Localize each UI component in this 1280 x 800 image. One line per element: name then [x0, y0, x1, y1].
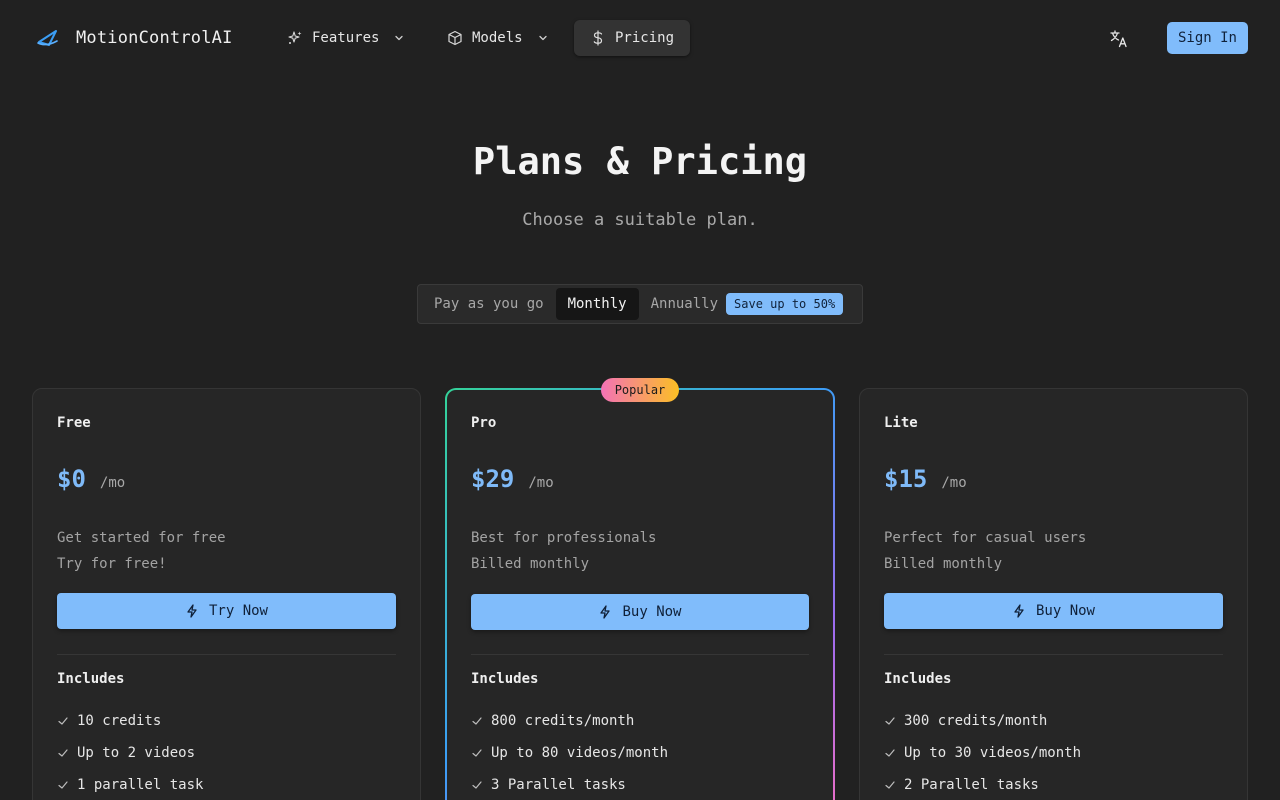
billing-option-annually[interactable]: Annually — [639, 288, 726, 320]
buy-now-button-pro[interactable]: Buy Now — [471, 594, 809, 630]
feature-item: 3 Parallel tasks — [471, 769, 668, 800]
check-icon — [472, 717, 482, 725]
paper-plane-logo-icon — [37, 30, 58, 46]
cta-label: Buy Now — [622, 604, 682, 620]
plan-price: $29 /mo — [471, 465, 554, 493]
cube-icon — [448, 30, 462, 46]
plan-name: Lite — [884, 415, 918, 431]
feature-text: Up to 2 videos — [77, 745, 196, 761]
plan-description-line: Try for free! — [57, 556, 167, 572]
plan-description: Get started for free Try for free! — [57, 525, 226, 577]
price-value: $29 — [471, 465, 515, 493]
popular-badge: Popular — [601, 378, 679, 402]
feature-text: 800 credits/month — [491, 713, 635, 729]
lightning-icon — [600, 605, 611, 619]
feature-text: 1 parallel task — [77, 777, 204, 793]
plan-card-free: Free $0 /mo Get started for free Try for… — [32, 388, 421, 800]
plan-description: Perfect for casual users Billed monthly — [884, 525, 1086, 577]
check-icon — [58, 749, 68, 757]
plan-card-pro: Pro $29 /mo Best for professionals Bille… — [445, 388, 835, 800]
save-badge: Save up to 50% — [726, 293, 844, 315]
feature-list: 300 credits/month Up to 30 videos/month … — [884, 705, 1081, 800]
feature-text: 10 credits — [77, 713, 162, 729]
check-icon — [472, 749, 482, 757]
feature-text: 2 Parallel tasks — [904, 777, 1039, 793]
billing-period-toggle: Pay as you go Monthly Annually Save up t… — [417, 284, 863, 324]
cta-label: Try Now — [208, 603, 268, 619]
feature-item: 800 credits/month — [471, 705, 668, 737]
feature-item: 1 parallel task — [57, 769, 203, 800]
feature-item: Up to 30 videos/month — [884, 737, 1081, 769]
lightning-icon — [187, 604, 197, 618]
feature-item: Up to 80 videos/month — [471, 737, 668, 769]
translate-icon[interactable] — [1108, 28, 1130, 50]
feature-text: 3 Parallel tasks — [491, 777, 626, 793]
feature-item: 10 credits — [57, 705, 203, 737]
price-value: $0 — [57, 465, 86, 493]
check-icon — [885, 749, 895, 757]
top-navbar: MotionControlAI Features Models Pricing — [0, 0, 1280, 76]
nav-features-label: Features — [312, 30, 380, 46]
price-period: /mo — [528, 475, 554, 491]
feature-list: 10 credits Up to 2 videos 1 parallel tas… — [57, 705, 203, 800]
plan-description-line: Get started for free — [57, 530, 226, 546]
billing-option-pay-as-you-go[interactable]: Pay as you go — [422, 288, 556, 320]
feature-text: 300 credits/month — [904, 713, 1048, 729]
feature-text: Up to 30 videos/month — [904, 745, 1082, 761]
plan-price: $15 /mo — [884, 465, 967, 493]
check-icon — [58, 717, 68, 725]
nav-models-label: Models — [472, 30, 523, 46]
includes-heading: Includes — [57, 671, 125, 687]
nav-pricing-label: Pricing — [615, 30, 675, 46]
includes-heading: Includes — [471, 671, 539, 687]
page-subtitle: Choose a suitable plan. — [522, 210, 758, 230]
plan-name: Free — [57, 415, 91, 431]
feature-item: 2 Parallel tasks — [884, 769, 1081, 800]
price-period: /mo — [99, 475, 126, 491]
nav-models-menu[interactable]: Models — [431, 20, 565, 56]
feature-list: 800 credits/month Up to 80 videos/month … — [471, 705, 668, 800]
chevron-down-icon — [395, 35, 404, 41]
includes-heading: Includes — [884, 671, 952, 687]
dollar-icon — [593, 30, 603, 46]
billing-option-monthly[interactable]: Monthly — [555, 288, 639, 320]
buy-now-button-lite[interactable]: Buy Now — [884, 593, 1223, 629]
divider — [884, 654, 1223, 655]
divider — [57, 654, 396, 655]
plan-price: $0 /mo — [57, 465, 125, 493]
plan-description-line: Billed monthly — [884, 556, 1003, 572]
brand[interactable]: MotionControlAI — [36, 26, 233, 50]
plan-card-lite: Lite $15 /mo Perfect for casual users Bi… — [859, 388, 1248, 800]
plan-description-line: Billed monthly — [471, 556, 590, 572]
price-period: /mo — [941, 475, 967, 491]
plan-description: Best for professionals Billed monthly — [471, 525, 656, 577]
divider — [471, 654, 809, 655]
sparkles-icon — [288, 31, 302, 44]
check-icon — [885, 781, 895, 789]
feature-text: Up to 80 videos/month — [491, 745, 669, 761]
lightning-icon — [1014, 604, 1024, 618]
plan-card-pro-body: Pro $29 /mo Best for professionals Bille… — [447, 390, 833, 800]
try-now-button[interactable]: Try Now — [57, 593, 396, 629]
cta-label: Buy Now — [1035, 603, 1095, 619]
page-title: Plans & Pricing — [472, 140, 808, 183]
price-value: $15 — [884, 465, 928, 493]
check-icon — [885, 717, 895, 725]
plan-description-line: Best for professionals — [471, 530, 657, 546]
feature-item: 300 credits/month — [884, 705, 1081, 737]
plan-name: Pro — [471, 415, 497, 431]
chevron-down-icon — [538, 35, 547, 41]
brand-name: MotionControlAI — [76, 28, 233, 48]
check-icon — [472, 781, 482, 789]
plan-description-line: Perfect for casual users — [884, 530, 1087, 546]
check-icon — [58, 781, 68, 789]
sign-in-button[interactable]: Sign In — [1167, 22, 1248, 54]
feature-item: Up to 2 videos — [57, 737, 203, 769]
nav-pricing-link[interactable]: Pricing — [574, 20, 691, 56]
nav-features-menu[interactable]: Features — [271, 20, 421, 56]
